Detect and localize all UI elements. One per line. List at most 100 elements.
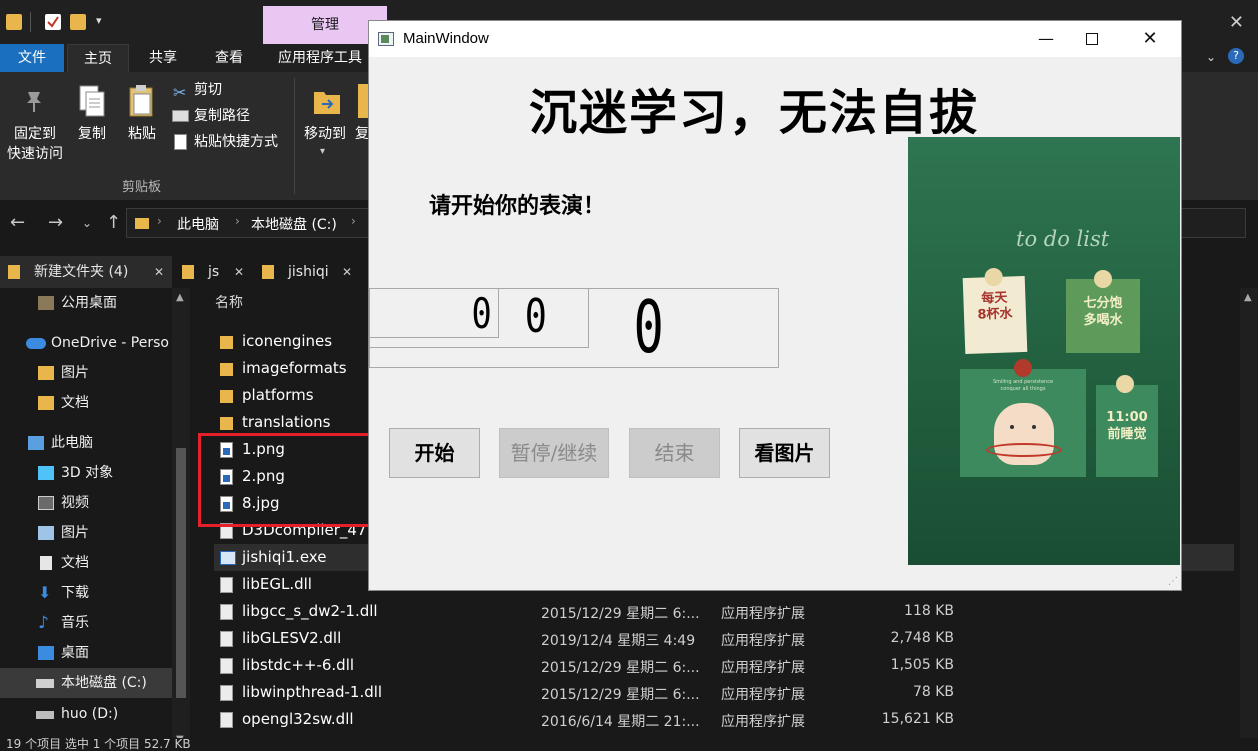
scroll-up-icon[interactable]: ▲ bbox=[176, 292, 184, 303]
file-type: 应用程序扩展 bbox=[721, 633, 805, 649]
tab-new-folder[interactable]: 新建文件夹 (4) ✕ bbox=[0, 256, 172, 288]
cut-button[interactable]: 剪切 bbox=[194, 77, 222, 103]
properties-icon[interactable] bbox=[45, 14, 61, 30]
resize-grip-icon[interactable]: ⋰ bbox=[1168, 576, 1178, 587]
document-icon bbox=[40, 556, 52, 570]
breadcrumb-local-disk[interactable]: 本地磁盘 (C:) bbox=[251, 214, 337, 234]
lcd-digit-large: 0 bbox=[633, 285, 664, 369]
help-icon[interactable]: ? bbox=[1228, 48, 1244, 64]
new-folder-icon[interactable] bbox=[70, 14, 86, 30]
clipboard-group-label: 剪贴板 bbox=[122, 180, 162, 195]
nav-item-local-disk-c[interactable]: 本地磁盘 (C:) bbox=[0, 668, 172, 698]
nav-item-pictures[interactable]: 图片 bbox=[0, 518, 172, 548]
paste-shortcut-icon bbox=[174, 134, 187, 150]
tab-jishiqi-label: jishiqi bbox=[288, 264, 329, 280]
ribbon-collapse-icon[interactable]: ⌄ bbox=[1206, 50, 1216, 64]
nav-item-videos[interactable]: 视频 bbox=[0, 488, 172, 518]
copy-path-button[interactable]: 复制路径 bbox=[194, 103, 250, 129]
nav-item-this-pc[interactable]: 此电脑 bbox=[0, 428, 172, 458]
dll-file-icon bbox=[220, 685, 233, 701]
nav-item-label: OneDrive - Perso bbox=[51, 335, 169, 351]
stop-button[interactable]: 结束 bbox=[629, 428, 720, 478]
tab-home[interactable]: 主页 bbox=[67, 44, 129, 72]
nav-item-public-desktop[interactable]: 公用桌面 bbox=[0, 288, 172, 318]
file-type: 应用程序扩展 bbox=[721, 606, 805, 622]
explorer-close-icon[interactable]: ✕ bbox=[1229, 12, 1244, 33]
close-icon[interactable]: ✕ bbox=[342, 256, 352, 288]
tab-js[interactable]: js ✕ bbox=[176, 256, 252, 288]
move-to-dropdown-icon[interactable]: ▾ bbox=[320, 146, 325, 157]
cloud-icon bbox=[26, 338, 46, 349]
close-icon[interactable]: ✕ bbox=[154, 256, 164, 288]
start-button[interactable]: 开始 bbox=[389, 428, 480, 478]
nav-item-pictures-od[interactable]: 图片 bbox=[0, 358, 172, 388]
nav-item-label: huo (D:) bbox=[61, 706, 119, 722]
forward-icon[interactable]: → bbox=[48, 212, 63, 233]
nav-scrollbar[interactable]: ▲ ▼ bbox=[172, 288, 190, 751]
paste-button[interactable]: 粘贴 bbox=[122, 123, 162, 145]
file-size: 2,748 KB bbox=[890, 630, 954, 646]
recent-locations-icon[interactable]: ⌄ bbox=[82, 216, 92, 230]
file-row[interactable]: libGLESV2.dll 2019/12/4 星期三 4:49 应用程序扩展 2,7… bbox=[214, 625, 1234, 652]
folder-icon bbox=[38, 296, 54, 310]
up-icon[interactable]: ↑ bbox=[106, 212, 121, 233]
file-size: 1,505 KB bbox=[890, 657, 954, 673]
cube-icon bbox=[38, 466, 54, 480]
move-to-button[interactable]: 移动到 bbox=[300, 123, 350, 145]
pin-quick-access-label-1[interactable]: 固定到 bbox=[6, 123, 64, 145]
file-row[interactable]: libwinpthread-1.dll 2015/12/29 星期二 6:... 应… bbox=[214, 679, 1234, 706]
file-row[interactable]: libgcc_s_dw2-1.dll 2015/12/29 星期二 6:... 应用… bbox=[214, 598, 1234, 625]
file-name: libstdc++-6.dll bbox=[242, 656, 355, 674]
pause-resume-button[interactable]: 暂停/继续 bbox=[499, 428, 609, 478]
nav-item-drive-d[interactable]: huo (D:) bbox=[0, 699, 172, 729]
move-to-icon bbox=[312, 84, 342, 118]
file-row[interactable]: libstdc++-6.dll 2015/12/29 星期二 6:... 应用程序扩… bbox=[214, 652, 1234, 679]
tab-file[interactable]: 文件 bbox=[0, 44, 64, 72]
file-date: 2016/6/14 星期二 21:... bbox=[541, 714, 700, 730]
maximize-icon[interactable] bbox=[1069, 21, 1115, 57]
chevron-right-icon: › bbox=[351, 214, 356, 228]
nav-item-onedrive[interactable]: OneDrive - Perso bbox=[0, 328, 172, 358]
nav-item-downloads[interactable]: ⬇ 下载 bbox=[0, 578, 172, 608]
view-image-button[interactable]: 看图片 bbox=[739, 428, 830, 478]
nav-item-desktop[interactable]: 桌面 bbox=[0, 638, 172, 668]
file-size: 78 KB bbox=[912, 684, 954, 700]
nav-item-documents-od[interactable]: 文档 bbox=[0, 388, 172, 418]
tab-app-tools[interactable]: 应用程序工具 bbox=[265, 44, 375, 72]
status-bar: 19 个项目 选中 1 个项目 52.7 KB bbox=[0, 738, 1258, 751]
back-icon[interactable]: ← bbox=[10, 212, 25, 233]
window-title: MainWindow bbox=[403, 30, 489, 47]
main-window-titlebar[interactable]: MainWindow — ✕ bbox=[369, 21, 1181, 57]
close-icon[interactable]: ✕ bbox=[1127, 21, 1173, 57]
customize-qat-icon[interactable]: ▾ bbox=[96, 14, 102, 27]
minimize-icon[interactable]: — bbox=[1023, 21, 1069, 57]
file-date: 2019/12/4 星期三 4:49 bbox=[541, 633, 696, 649]
file-date: 2015/12/29 星期二 6:... bbox=[541, 606, 700, 622]
copy-button[interactable]: 复制 bbox=[72, 123, 112, 145]
nav-item-music[interactable]: ♪ 音乐 bbox=[0, 608, 172, 638]
file-row[interactable]: opengl32sw.dll 2016/6/14 星期二 21:... 应用程序扩展… bbox=[214, 706, 1234, 733]
picture-header: to do list bbox=[1016, 227, 1110, 251]
nav-item-documents[interactable]: 文档 bbox=[0, 548, 172, 578]
close-icon[interactable]: ✕ bbox=[234, 256, 244, 288]
tab-view[interactable]: 查看 bbox=[197, 44, 261, 72]
file-list-scrollbar[interactable]: ▲ bbox=[1240, 288, 1258, 751]
scissors-icon: ✂ bbox=[173, 83, 187, 102]
nav-scroll-thumb[interactable] bbox=[176, 448, 186, 698]
paste-shortcut-button[interactable]: 粘贴快捷方式 bbox=[194, 129, 278, 155]
lcd-digit-small-1: 0 bbox=[471, 289, 492, 338]
chevron-right-icon: › bbox=[235, 214, 240, 228]
file-name: libEGL.dll bbox=[242, 575, 312, 593]
tab-share[interactable]: 共享 bbox=[131, 44, 195, 72]
copy-icon bbox=[78, 84, 106, 118]
tab-jishiqi[interactable]: jishiqi ✕ bbox=[256, 256, 360, 288]
nav-item-3d-objects[interactable]: 3D 对象 bbox=[0, 458, 172, 488]
desktop-icon bbox=[38, 646, 54, 660]
download-arrow-icon: ⬇ bbox=[38, 583, 52, 602]
folder-icon bbox=[6, 14, 22, 30]
column-header-name[interactable]: 名称 bbox=[215, 292, 243, 312]
scroll-up-icon[interactable]: ▲ bbox=[1244, 292, 1252, 303]
breadcrumb-this-pc[interactable]: 此电脑 bbox=[177, 214, 219, 234]
picture-icon bbox=[38, 526, 54, 540]
pin-quick-access-label-2[interactable]: 快速访问 bbox=[0, 143, 70, 165]
